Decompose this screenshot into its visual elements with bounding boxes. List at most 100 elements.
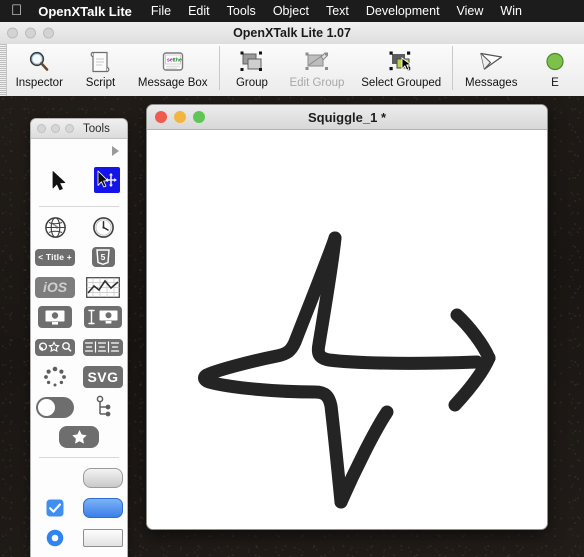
menu-item-edit[interactable]: Edit	[188, 4, 210, 18]
main-toolbar: Inspector Script set the Message Box Gro…	[0, 44, 584, 96]
checkbox-control[interactable]	[34, 495, 76, 521]
rounded-button-control[interactable]	[82, 465, 124, 491]
group-icon	[237, 48, 267, 75]
text-browser-widget[interactable]	[82, 304, 124, 330]
navbar-widget[interactable]: < Title +	[34, 244, 76, 270]
control-row-4: Label:	[31, 553, 127, 557]
apple-logo-icon[interactable]: 	[11, 3, 22, 18]
star-rating-widget[interactable]	[58, 424, 100, 450]
menu-item-text[interactable]: Text	[326, 4, 349, 18]
tools-disclosure-row	[31, 139, 127, 165]
segmented-widget[interactable]	[82, 334, 124, 360]
paper-plane-icon	[478, 48, 505, 75]
application-title-bar[interactable]: OpenXTalk Lite 1.07	[0, 22, 584, 44]
tools-zoom-button[interactable]	[65, 124, 74, 133]
toolbar-button-extensions[interactable]: E	[526, 44, 584, 96]
menu-item-object[interactable]: Object	[273, 4, 309, 18]
chart-widget[interactable]	[82, 274, 124, 300]
toolbar-button-inspector[interactable]: Inspector	[7, 44, 71, 96]
toolbar-label-group: Group	[235, 77, 268, 89]
menu-item-window[interactable]: Win	[500, 4, 522, 18]
svg-text:the: the	[174, 57, 182, 63]
menu-item-development[interactable]: Development	[366, 4, 440, 18]
radio-button-control[interactable]	[34, 525, 76, 551]
drawing-canvas[interactable]	[147, 130, 548, 530]
toolbar-separator	[218, 46, 220, 90]
spinner-widget[interactable]	[34, 364, 76, 390]
toolbar-button-select-grouped[interactable]: Select Grouped	[353, 44, 450, 96]
searchbar-widget[interactable]	[34, 334, 76, 360]
message-box-icon: set the	[160, 48, 186, 75]
toolbar-button-messages[interactable]: Messages	[456, 44, 526, 96]
spacer-cell	[34, 465, 76, 491]
squiggle-star-arrow[interactable]	[147, 130, 548, 530]
move-pointer-tool[interactable]	[94, 167, 120, 193]
application-title: OpenXTalk Lite 1.07	[233, 26, 351, 40]
scroll-icon	[88, 48, 112, 75]
menu-item-tools[interactable]: Tools	[227, 4, 256, 18]
widget-row-8	[31, 422, 127, 452]
blue-button-control[interactable]	[82, 495, 124, 521]
document-zoom-button[interactable]	[193, 111, 205, 123]
app-minimize-button[interactable]	[25, 27, 36, 39]
tools-traffic-lights	[37, 124, 74, 133]
document-title: Squiggle_1 *	[307, 109, 387, 125]
toolbar-label-extensions: E	[551, 77, 559, 89]
tools-palette-title-bar[interactable]: Tools	[31, 119, 127, 139]
document-traffic-lights	[155, 111, 205, 123]
tools-palette: Tools < Title + 5 iOS SVG	[30, 118, 128, 557]
widget-row-6: SVG	[31, 362, 127, 392]
toolbar-button-message-box[interactable]: set the Message Box	[129, 44, 215, 96]
html5-widget[interactable]: 5	[82, 244, 124, 270]
tools-divider-1	[39, 206, 119, 207]
menu-bar:  OpenXTalk Lite File Edit Tools Object …	[0, 0, 584, 22]
control-row-1	[31, 463, 127, 493]
arrow-pointer-tool[interactable]	[38, 167, 80, 193]
toolbar-button-group[interactable]: Group	[223, 44, 281, 96]
app-traffic-lights	[7, 27, 54, 39]
switch-knob	[38, 398, 55, 416]
document-minimize-button[interactable]	[174, 111, 186, 123]
control-row-2	[31, 493, 127, 523]
navbar-widget-label: < Title +	[35, 248, 75, 266]
toolbar-label-inspector: Inspector	[15, 77, 63, 89]
app-zoom-button[interactable]	[43, 27, 54, 39]
globe-widget[interactable]	[34, 214, 76, 240]
widget-row-7	[31, 392, 127, 422]
pointer-tool-row	[31, 165, 127, 201]
magnifier-icon	[26, 48, 52, 75]
control-row-3	[31, 523, 127, 553]
rect-button-control[interactable]	[82, 525, 124, 551]
svg-widget-label: SVG	[83, 366, 123, 388]
document-close-button[interactable]	[155, 111, 167, 123]
switch-widget[interactable]	[34, 394, 76, 420]
document-window: Squiggle_1 *	[146, 104, 548, 530]
menu-item-view[interactable]: View	[457, 4, 484, 18]
widget-row-3: iOS	[31, 272, 127, 302]
toolbar-label-message-box: Message Box	[137, 77, 208, 89]
toolbar-button-script[interactable]: Script	[71, 44, 129, 96]
edit-group-icon	[302, 48, 332, 75]
tools-palette-body: < Title + 5 iOS SVG	[31, 139, 127, 557]
tools-close-button[interactable]	[37, 124, 46, 133]
ios-widget[interactable]: iOS	[34, 274, 76, 300]
application-window: OpenXTalk Lite 1.07 Inspector Script set…	[0, 22, 584, 96]
svg-widget[interactable]: SVG	[82, 364, 124, 390]
ios-widget-label: iOS	[35, 276, 75, 298]
tools-minimize-button[interactable]	[51, 124, 60, 133]
tree-widget[interactable]	[82, 394, 124, 420]
menu-app-name[interactable]: OpenXTalk Lite	[38, 4, 132, 19]
toolbar-label-messages: Messages	[465, 77, 518, 89]
tools-divider-2	[39, 457, 119, 458]
toolbar-grip[interactable]	[0, 44, 7, 96]
toolbar-label-select-grouped: Select Grouped	[361, 77, 442, 89]
document-title-bar[interactable]: Squiggle_1 *	[147, 105, 547, 130]
app-close-button[interactable]	[7, 27, 18, 39]
browser-widget[interactable]	[34, 304, 76, 330]
tools-palette-title: Tools	[83, 122, 110, 135]
chevron-right-icon[interactable]	[112, 146, 119, 156]
menu-item-file[interactable]: File	[151, 4, 171, 18]
clock-widget[interactable]	[82, 214, 124, 240]
toolbar-button-edit-group[interactable]: Edit Group	[281, 44, 353, 96]
html5-widget-label: 5	[101, 252, 106, 262]
